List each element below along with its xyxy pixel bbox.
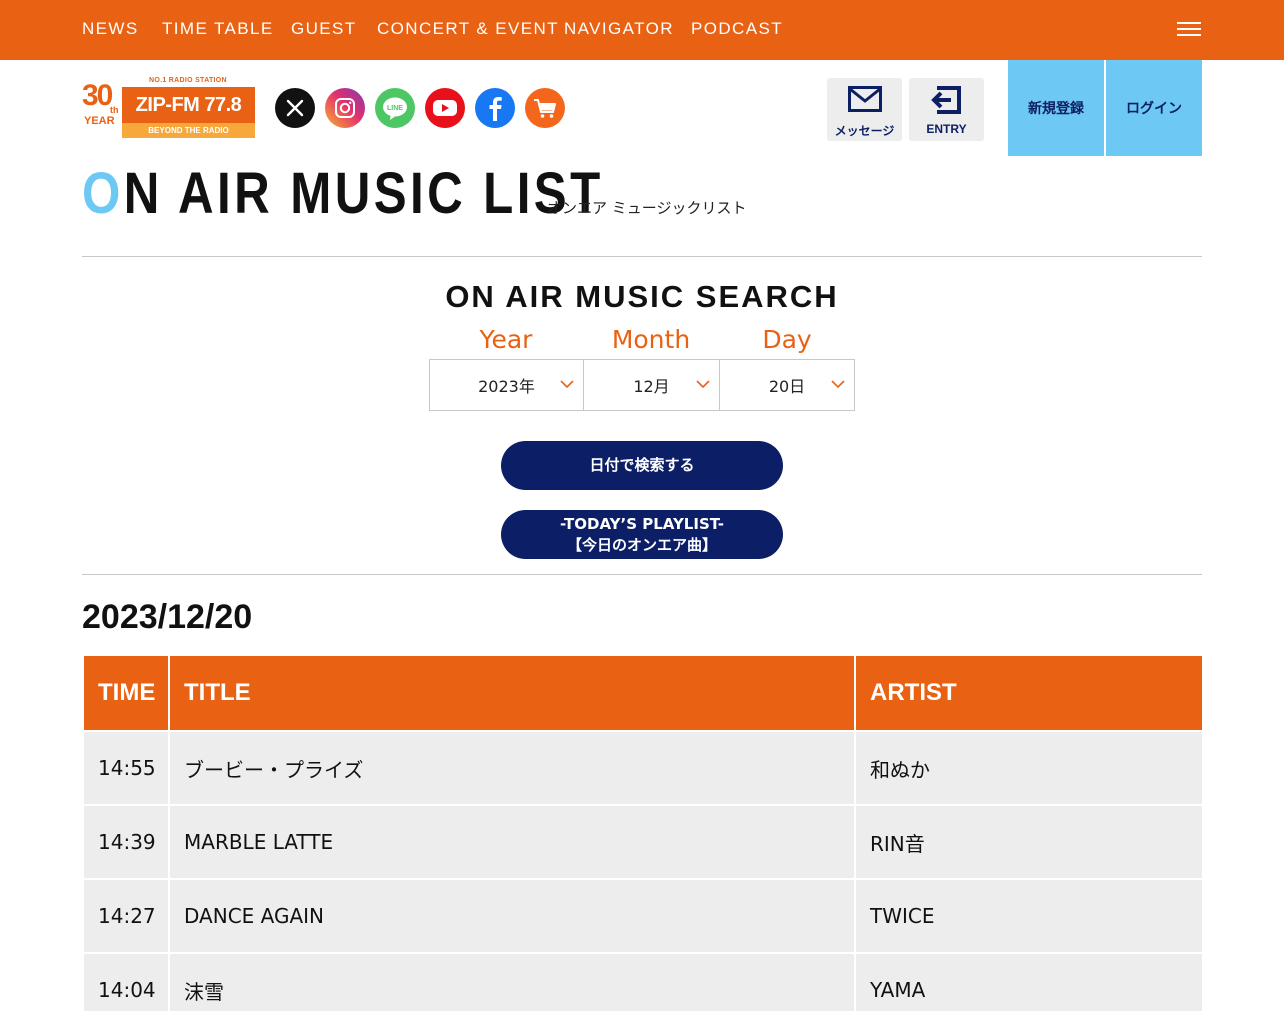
divider xyxy=(82,256,1202,257)
chevron-down-icon xyxy=(560,380,574,389)
year-label: Year xyxy=(479,325,533,354)
page-title: ON AIR MUSIC LIST xyxy=(82,160,604,227)
facebook-icon[interactable] xyxy=(475,88,515,128)
nav-item-podcast[interactable]: PODCAST xyxy=(691,19,783,39)
mail-icon xyxy=(847,86,882,112)
nav-item-news[interactable]: NEWS xyxy=(82,19,139,39)
column-header-title: TITLE xyxy=(170,656,854,730)
row-artist: RIN音 xyxy=(856,806,1202,878)
row-time: 14:27 xyxy=(84,880,168,952)
playlist-table: TIME TITLE ARTIST 14:55 ブービー・プライズ 和ぬか 14… xyxy=(82,654,1204,1011)
month-select[interactable]: 12月 xyxy=(583,359,720,411)
line-icon[interactable]: LINE xyxy=(375,88,415,128)
page-title-text: N AIR MUSIC LIST xyxy=(123,161,604,226)
entry-icon xyxy=(930,86,961,114)
row-artist: 和ぬか xyxy=(856,732,1202,804)
todays-playlist-line2: 【今日のオンエア曲】 xyxy=(566,535,717,554)
day-select-value: 20日 xyxy=(768,377,806,396)
nav-item-concert-event[interactable]: CONCERT & EVENT xyxy=(377,19,559,39)
entry-label: ENTRY xyxy=(926,122,967,136)
row-title: 沫雪 xyxy=(170,954,854,1011)
message-button[interactable]: メッセージ xyxy=(827,78,902,141)
entry-button[interactable]: ENTRY xyxy=(909,78,984,141)
svg-text:LINE: LINE xyxy=(387,105,403,112)
chevron-down-icon xyxy=(696,380,710,389)
year-select[interactable]: 2023年 xyxy=(429,359,584,411)
row-time: 14:39 xyxy=(84,806,168,878)
logo-slogan: BEYOND THE RADIO xyxy=(122,123,255,138)
hamburger-menu-icon[interactable] xyxy=(1177,22,1201,37)
login-button[interactable]: ログイン xyxy=(1106,60,1202,156)
table-row: 14:27 DANCE AGAIN TWICE xyxy=(84,880,1202,952)
zip-fm-logo[interactable]: 30 th YEAR NO.1 RADIO STATION ZIP-FM 77.… xyxy=(82,77,255,138)
divider xyxy=(82,574,1202,575)
register-button[interactable]: 新規登録 xyxy=(1008,60,1104,156)
page-title-initial: O xyxy=(82,161,124,226)
search-by-date-button[interactable]: 日付で検索する xyxy=(501,441,783,490)
table-row: 14:39 MARBLE LATTE RIN音 xyxy=(84,806,1202,878)
todays-playlist-button[interactable]: -TODAY’S PLAYLIST- 【今日のオンエア曲】 xyxy=(501,510,783,559)
month-select-value: 12月 xyxy=(633,377,670,396)
youtube-icon[interactable] xyxy=(425,88,465,128)
playlist-date: 2023/12/20 xyxy=(82,598,253,636)
logo-station-tag: NO.1 RADIO STATION xyxy=(149,77,227,84)
top-navigation-bar: NEWS TIME TABLE GUEST CONCERT & EVENT NA… xyxy=(0,0,1284,60)
row-title: ブービー・プライズ xyxy=(170,732,854,804)
column-header-artist: ARTIST xyxy=(856,656,1202,730)
row-title: DANCE AGAIN xyxy=(170,880,854,952)
row-title: MARBLE LATTE xyxy=(170,806,854,878)
row-artist: YAMA xyxy=(856,954,1202,1011)
nav-item-time-table[interactable]: TIME TABLE xyxy=(162,19,274,39)
chevron-down-icon xyxy=(831,380,845,389)
logo-anniversary-suffix: th xyxy=(110,105,119,115)
instagram-icon[interactable] xyxy=(325,88,365,128)
logo-anniversary-number: 30 xyxy=(82,79,113,112)
row-artist: TWICE xyxy=(856,880,1202,952)
day-select[interactable]: 20日 xyxy=(719,359,855,411)
month-label: Month xyxy=(611,325,691,354)
logo-station-name: ZIP-FM 77.8 xyxy=(122,87,255,123)
day-label: Day xyxy=(762,325,812,354)
column-header-time: TIME xyxy=(84,656,168,730)
year-select-value: 2023年 xyxy=(478,377,535,396)
table-header-row: TIME TITLE ARTIST xyxy=(84,656,1202,730)
search-by-date-label: 日付で検索する xyxy=(589,456,695,475)
row-time: 14:55 xyxy=(84,732,168,804)
nav-item-guest[interactable]: GUEST xyxy=(291,19,357,39)
message-label: メッセージ xyxy=(834,124,895,138)
table-row: 14:55 ブービー・プライズ 和ぬか xyxy=(84,732,1202,804)
todays-playlist-line1: -TODAY’S PLAYLIST- xyxy=(560,515,724,534)
cart-icon[interactable] xyxy=(525,88,565,128)
x-icon[interactable] xyxy=(275,88,315,128)
logo-anniversary-year: YEAR xyxy=(84,115,115,127)
table-row: 14:04 沫雪 YAMA xyxy=(84,954,1202,1011)
row-time: 14:04 xyxy=(84,954,168,1011)
nav-item-navigator[interactable]: NAVIGATOR xyxy=(564,19,674,39)
search-title: ON AIR MUSIC SEARCH xyxy=(445,279,839,314)
page-subtitle: オンエア ミュージックリスト xyxy=(547,199,747,217)
